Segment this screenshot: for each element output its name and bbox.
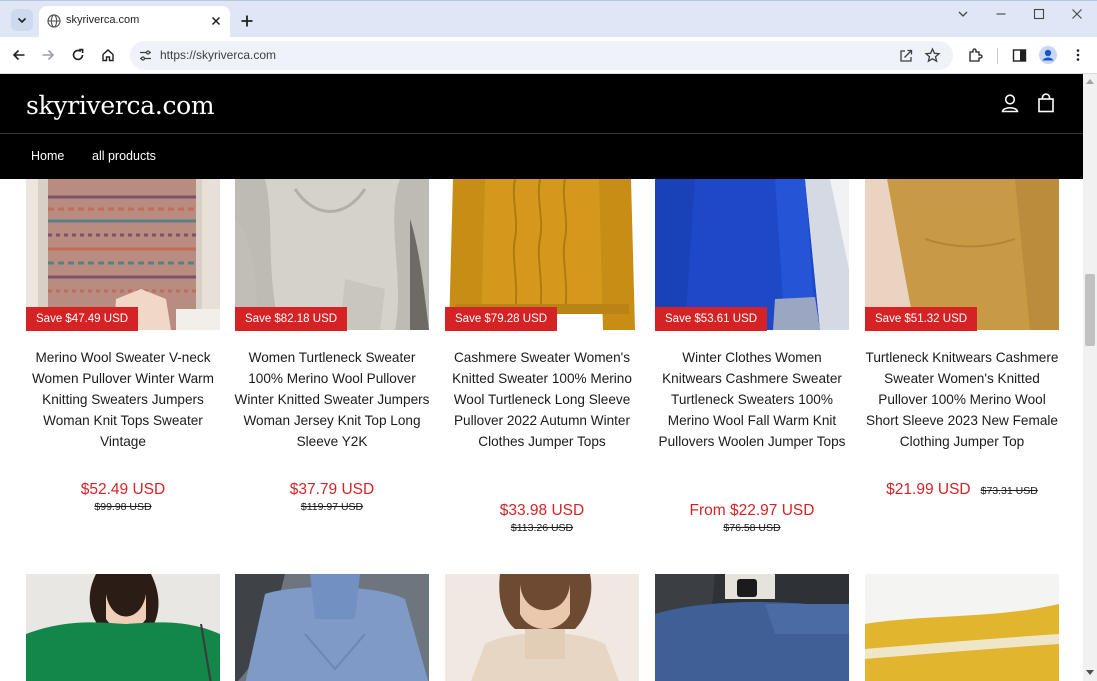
toolbar-separator bbox=[997, 48, 998, 64]
side-panel-icon bbox=[1012, 48, 1026, 62]
maximize-button[interactable] bbox=[1025, 3, 1053, 25]
product-image[interactable] bbox=[235, 574, 429, 681]
save-badge: Save $79.28 USD bbox=[445, 307, 558, 331]
sale-price: From $22.97 USD bbox=[689, 502, 815, 519]
scroll-up-icon[interactable] bbox=[1086, 78, 1094, 84]
share-icon[interactable] bbox=[898, 47, 915, 64]
tab-title: skyriverca.com bbox=[66, 14, 140, 26]
product-title[interactable]: Winter Clothes Women Knitwears Cashmere … bbox=[652, 347, 852, 452]
cart-bag-icon[interactable] bbox=[1035, 92, 1057, 114]
active-tab[interactable]: skyriverca.com bbox=[39, 6, 230, 38]
save-badge: Save $51.32 USD bbox=[865, 307, 978, 331]
url-text: https://skyriverca.com bbox=[160, 48, 277, 62]
minimize-button[interactable] bbox=[987, 3, 1015, 25]
product-title[interactable]: Cashmere Sweater Women's Knitted Sweater… bbox=[442, 347, 642, 452]
compare-price: $119.97 USD bbox=[300, 501, 364, 513]
bookmark-star-icon[interactable] bbox=[924, 47, 941, 64]
profile-button[interactable] bbox=[1037, 44, 1059, 66]
product-image[interactable] bbox=[865, 574, 1059, 681]
nav-home[interactable]: Home bbox=[31, 149, 64, 163]
chevron-down-icon bbox=[17, 17, 27, 24]
scrollbar-thumb[interactable] bbox=[1085, 274, 1095, 346]
back-button[interactable] bbox=[8, 44, 30, 66]
product-grid: Save $47.49 USD Merino Wool Sweater V-ne… bbox=[0, 179, 1083, 681]
more-vertical-icon bbox=[1076, 49, 1080, 61]
close-window-button[interactable] bbox=[1063, 3, 1091, 25]
arrow-right-icon bbox=[42, 49, 55, 61]
sale-price: $52.49 USD bbox=[80, 481, 166, 498]
product-image[interactable] bbox=[26, 574, 220, 681]
maximize-icon bbox=[1033, 8, 1045, 20]
site-header: skyriverca.com Home all products bbox=[0, 74, 1083, 179]
product-image[interactable] bbox=[655, 574, 849, 681]
compare-price: $76.58 USD bbox=[723, 522, 781, 534]
extensions-button[interactable] bbox=[964, 44, 986, 66]
tab-search-button[interactable] bbox=[11, 9, 33, 31]
save-badge: Save $53.61 USD bbox=[655, 307, 768, 331]
page-scrollbar[interactable] bbox=[1083, 74, 1097, 681]
address-bar[interactable]: https://skyriverca.com bbox=[130, 41, 953, 70]
product-title[interactable]: Turtleneck Knitwears Cashmere Sweater Wo… bbox=[862, 347, 1062, 452]
forward-button[interactable] bbox=[37, 44, 59, 66]
tab-strip: skyriverca.com bbox=[0, 0, 1097, 38]
puzzle-icon bbox=[969, 48, 983, 62]
tab-close-icon[interactable] bbox=[208, 13, 224, 29]
compare-price: $113.26 USD bbox=[510, 522, 574, 534]
browser-toolbar: https://skyriverca.com bbox=[0, 37, 1097, 74]
compare-price: $99.98 USD bbox=[94, 501, 152, 513]
sale-price: $21.99 USD bbox=[886, 481, 971, 498]
save-badge: Save $82.18 USD bbox=[235, 307, 348, 331]
scroll-down-icon[interactable] bbox=[1086, 670, 1094, 676]
sale-price: $33.98 USD bbox=[499, 502, 585, 519]
save-badge: Save $47.49 USD bbox=[26, 307, 139, 331]
product-title[interactable]: Merino Wool Sweater V-neck Women Pullove… bbox=[23, 347, 223, 452]
profile-avatar-icon bbox=[1039, 46, 1057, 64]
browser-menu-button[interactable] bbox=[1067, 44, 1089, 66]
site-logo[interactable]: skyriverca.com bbox=[26, 91, 215, 120]
compare-price: $73.31 USD bbox=[980, 485, 1038, 497]
globe-icon bbox=[47, 14, 61, 28]
site-info-icon[interactable] bbox=[138, 48, 153, 63]
product-title[interactable]: Women Turtleneck Sweater 100% Merino Woo… bbox=[232, 347, 432, 452]
account-icon[interactable] bbox=[999, 92, 1021, 114]
new-tab-button[interactable] bbox=[236, 10, 258, 32]
product-image[interactable] bbox=[445, 574, 639, 681]
sale-price: $37.79 USD bbox=[289, 481, 375, 498]
tab-list-button[interactable] bbox=[949, 3, 977, 25]
reload-icon bbox=[72, 48, 84, 61]
side-panel-button[interactable] bbox=[1008, 44, 1030, 66]
arrow-left-icon bbox=[12, 49, 25, 61]
header-divider bbox=[0, 133, 1083, 134]
minimize-icon bbox=[996, 13, 1006, 15]
chevron-down-icon bbox=[958, 11, 968, 17]
home-button[interactable] bbox=[97, 44, 119, 66]
plus-icon bbox=[241, 15, 253, 27]
close-icon bbox=[1072, 9, 1082, 19]
nav-all-products[interactable]: all products bbox=[92, 149, 156, 163]
reload-button[interactable] bbox=[67, 44, 89, 66]
home-icon bbox=[102, 49, 114, 62]
